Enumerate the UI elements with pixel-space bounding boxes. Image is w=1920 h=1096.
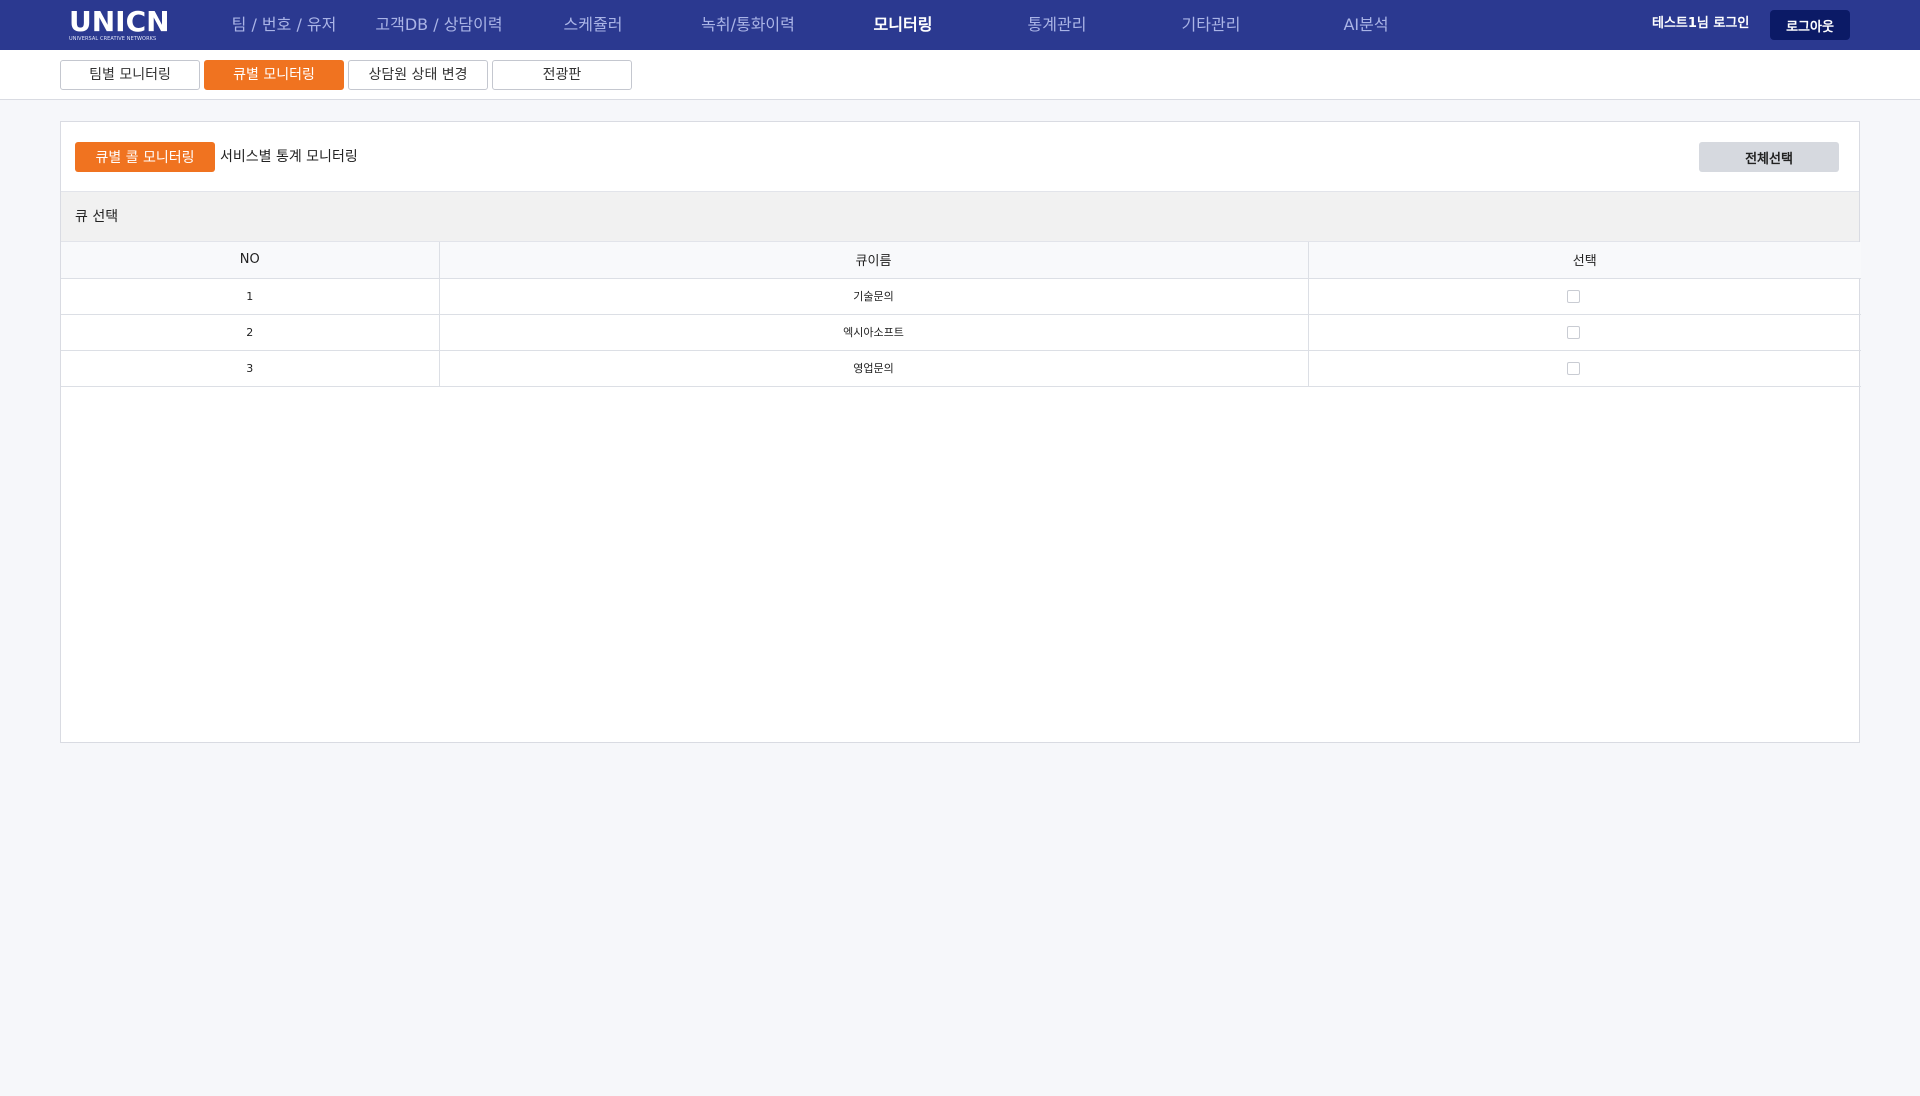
queue-table: NO 큐이름 선택 1 기술문의 2 엑시아소프트 3 영업문의 [61, 242, 1861, 387]
row-checkbox[interactable] [1567, 361, 1581, 375]
row-queue-name: 영업문의 [439, 350, 1309, 387]
nav-item-recording-history[interactable]: 녹취/통화이력 [701, 0, 795, 50]
panel-toolbar: 큐별 콜 모니터링 서비스별 통계 모니터링 전체선택 [61, 122, 1859, 192]
row-select-cell [1308, 350, 1861, 387]
login-status: 테스트1님 로그인 [1652, 16, 1750, 31]
nav-item-team-number-user[interactable]: 팀 / 번호 / 유저 [232, 0, 337, 50]
tab-team-monitoring[interactable]: 팀별 모니터링 [60, 60, 200, 90]
row-select-cell [1308, 278, 1861, 315]
tab-queue-monitoring[interactable]: 큐별 모니터링 [204, 60, 344, 90]
logout-button[interactable]: 로그아웃 [1770, 10, 1850, 40]
tab-agent-status-change[interactable]: 상담원 상태 변경 [348, 60, 488, 90]
select-all-button[interactable]: 전체선택 [1699, 142, 1839, 172]
column-header-select: 선택 [1308, 242, 1861, 279]
row-queue-name: 기술문의 [439, 278, 1309, 315]
tab-queue-call-monitoring[interactable]: 큐별 콜 모니터링 [75, 142, 215, 172]
row-no: 1 [61, 278, 440, 315]
sub-tab-bar: 팀별 모니터링 큐별 모니터링 상담원 상태 변경 전광판 [0, 50, 1920, 100]
logo-subtitle: UNIVERSAL CREATIVE NETWORKS [69, 36, 157, 42]
row-no: 2 [61, 314, 440, 351]
nav-item-monitoring[interactable]: 모니터링 [874, 0, 933, 50]
row-queue-name: 엑시아소프트 [439, 314, 1309, 351]
section-title: 큐 선택 [61, 192, 1859, 242]
row-no: 3 [61, 350, 440, 387]
logo-text: UNICN [69, 5, 170, 38]
table-row[interactable]: 1 기술문의 [61, 278, 1861, 315]
row-select-cell [1308, 314, 1861, 351]
tab-billboard[interactable]: 전광판 [492, 60, 632, 90]
queue-monitoring-panel: 큐별 콜 모니터링 서비스별 통계 모니터링 전체선택 큐 선택 NO 큐이름 … [60, 121, 1861, 743]
table-row[interactable]: 3 영업문의 [61, 350, 1861, 387]
row-checkbox[interactable] [1567, 325, 1581, 339]
nav-item-scheduler[interactable]: 스케쥴러 [564, 0, 623, 50]
table-header-row: NO 큐이름 선택 [61, 242, 1861, 279]
nav-item-ai-analysis[interactable]: AI분석 [1343, 0, 1388, 50]
nav-item-customer-db[interactable]: 고객DB / 상담이력 [375, 0, 502, 50]
row-checkbox[interactable] [1567, 289, 1581, 303]
nav-item-other-management[interactable]: 기타관리 [1182, 0, 1241, 50]
tab-service-statistics-monitoring[interactable]: 서비스별 통계 모니터링 [220, 142, 358, 172]
table-row[interactable]: 2 엑시아소프트 [61, 314, 1861, 351]
nav-item-statistics[interactable]: 통계관리 [1028, 0, 1087, 50]
column-header-no: NO [61, 242, 440, 279]
unicn-logo[interactable]: UNICN UNIVERSAL CREATIVE NETWORKS [69, 5, 170, 43]
column-header-queue-name: 큐이름 [439, 242, 1309, 279]
top-navigation-bar: UNICN UNIVERSAL CREATIVE NETWORKS 팀 / 번호… [0, 0, 1920, 50]
